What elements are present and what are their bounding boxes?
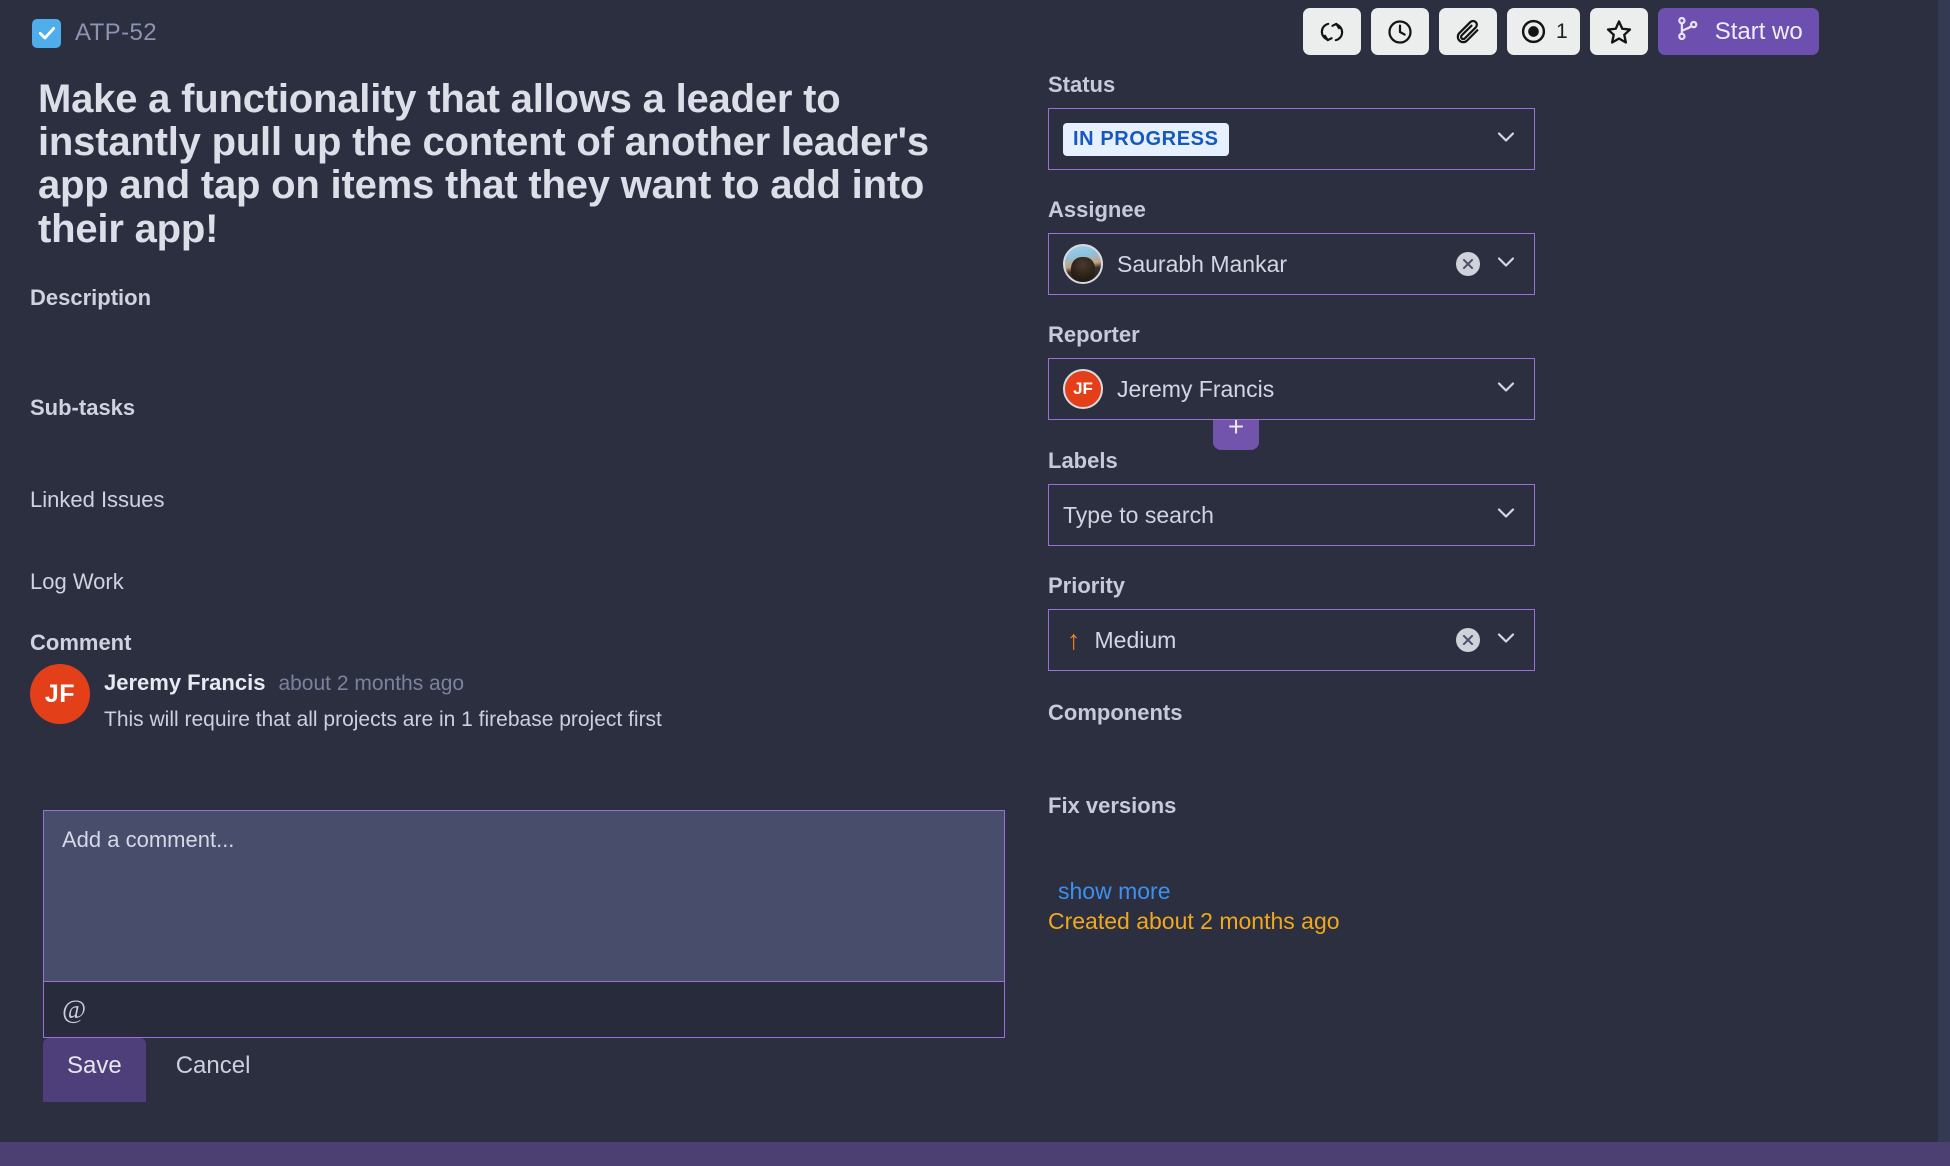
- chevron-down-icon: [1494, 375, 1518, 404]
- components-field: Components: [1048, 700, 1535, 736]
- issue-title[interactable]: Make a functionality that allows a leade…: [0, 52, 1010, 251]
- watch-button[interactable]: 1: [1507, 8, 1580, 55]
- watch-eye-icon: [1519, 17, 1548, 46]
- status-select[interactable]: IN PROGRESS: [1048, 108, 1535, 170]
- comment-item: JF Jeremy Francis about 2 months ago Thi…: [30, 664, 1030, 732]
- assignee-select[interactable]: Saurabh Mankar: [1048, 233, 1535, 295]
- comment-heading: Comment: [30, 630, 132, 655]
- chevron-down-icon: [1494, 125, 1518, 154]
- mention-icon[interactable]: @: [62, 995, 86, 1025]
- issue-key-row: ATP-52: [0, 14, 1300, 52]
- mention-row[interactable]: @: [43, 982, 1005, 1038]
- chevron-down-icon: [1494, 626, 1518, 655]
- paperclip-icon-button[interactable]: [1439, 8, 1497, 55]
- priority-label: Priority: [1048, 573, 1126, 598]
- labels-label: Labels: [1048, 448, 1118, 473]
- scrollbar-track[interactable]: [1938, 0, 1950, 1166]
- description-heading: Description: [30, 285, 152, 310]
- avatar: [1063, 244, 1103, 284]
- star-icon: [1605, 18, 1633, 46]
- show-more-link[interactable]: show more: [1058, 878, 1170, 905]
- priority-select[interactable]: ↑ Medium: [1048, 609, 1535, 671]
- reporter-select[interactable]: JF Jeremy Francis: [1048, 358, 1535, 420]
- status-badge: IN PROGRESS: [1063, 122, 1229, 156]
- start-work-button[interactable]: Start wo: [1657, 8, 1819, 55]
- clear-icon[interactable]: [1456, 628, 1480, 652]
- chevron-down-icon: [1494, 250, 1518, 279]
- labels-select[interactable]: Type to search: [1048, 484, 1535, 546]
- reporter-field: Reporter JF Jeremy Francis: [1048, 322, 1535, 420]
- comment-input[interactable]: [43, 810, 1005, 982]
- bottom-bar: [0, 1142, 1950, 1166]
- branch-icon: [1674, 15, 1701, 49]
- labels-placeholder: Type to search: [1063, 501, 1214, 528]
- comment-editor: @: [43, 810, 1005, 1038]
- star-icon-button[interactable]: [1589, 8, 1648, 55]
- watch-count: 1: [1556, 19, 1568, 43]
- reporter-value: Jeremy Francis: [1117, 375, 1275, 402]
- priority-value: Medium: [1094, 626, 1177, 653]
- paperclip-icon: [1454, 18, 1482, 46]
- clear-icon[interactable]: [1456, 252, 1480, 276]
- fix-versions-field: Fix versions: [1048, 793, 1535, 829]
- comment-list: JF Jeremy Francis about 2 months ago Thi…: [30, 664, 1030, 732]
- start-work-label: Start wo: [1714, 17, 1803, 45]
- created-timestamp: Created about 2 months ago: [1048, 908, 1340, 934]
- status-label: Status: [1048, 72, 1116, 97]
- assignee-value: Saurabh Mankar: [1117, 250, 1288, 277]
- comment-text: This will require that all projects are …: [104, 708, 662, 731]
- avatar: JF: [30, 664, 90, 724]
- task-checkbox-icon: [32, 18, 61, 48]
- avatar: JF: [1063, 369, 1103, 409]
- refresh-icon-button[interactable]: [1303, 8, 1361, 55]
- issue-key[interactable]: ATP-52: [75, 19, 157, 47]
- linked-issues-heading: Linked Issues: [30, 487, 165, 512]
- labels-field: Labels Type to search: [1048, 448, 1535, 546]
- comment-actions: Save Cancel: [43, 1038, 272, 1102]
- subtasks-heading: Sub-tasks: [30, 395, 136, 420]
- assignee-label: Assignee: [1048, 197, 1146, 222]
- fix-versions-label: Fix versions: [1048, 793, 1177, 818]
- clock-icon-button[interactable]: [1371, 8, 1429, 55]
- priority-field: Priority ↑ Medium: [1048, 573, 1535, 671]
- refresh-icon: [1319, 19, 1345, 45]
- reporter-label: Reporter: [1048, 322, 1140, 347]
- comment-body: Jeremy Francis about 2 months ago This w…: [104, 664, 662, 732]
- log-work-heading[interactable]: Log Work: [0, 569, 124, 595]
- assignee-field: Assignee Saurabh Mankar: [1048, 197, 1535, 295]
- chevron-down-icon: [1494, 501, 1518, 530]
- cancel-button[interactable]: Cancel: [146, 1038, 273, 1102]
- save-button[interactable]: Save: [43, 1038, 146, 1102]
- status-field: Status IN PROGRESS: [1048, 72, 1535, 170]
- priority-arrow-icon: ↑: [1067, 624, 1081, 655]
- comment-author: Jeremy Francis: [104, 670, 266, 695]
- issue-toolbar: 1 Start wo: [1303, 8, 1819, 55]
- components-label: Components: [1048, 700, 1183, 725]
- comment-meta: Jeremy Francis about 2 months ago: [104, 670, 662, 696]
- issue-detail-screen: ATP-52 Make a functionality that allows …: [0, 0, 1950, 1166]
- comment-timestamp: about 2 months ago: [278, 672, 465, 695]
- clock-icon: [1386, 18, 1414, 46]
